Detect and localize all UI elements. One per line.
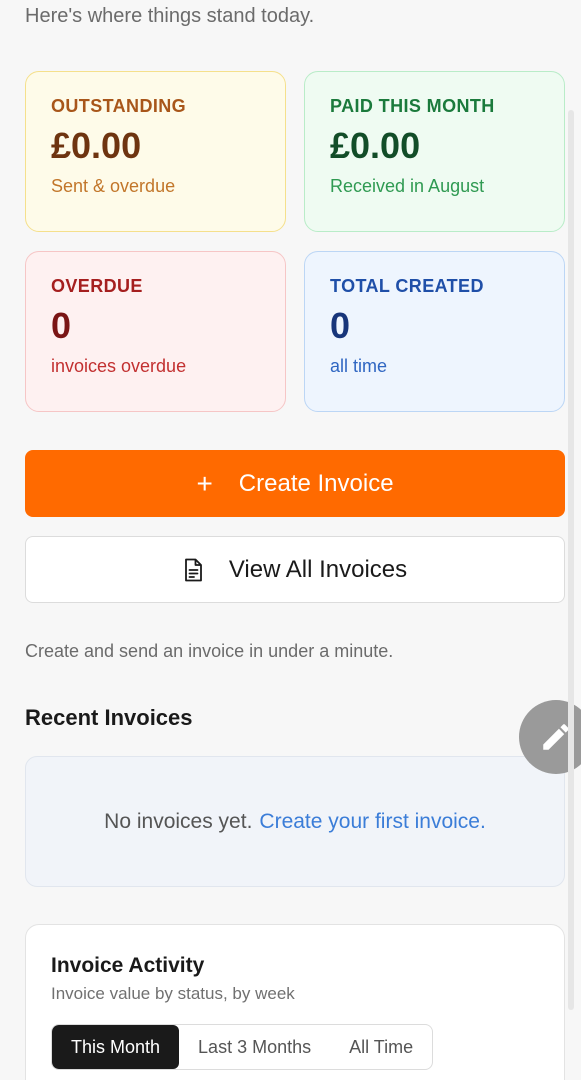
create-hint: Create and send an invoice in under a mi… — [25, 641, 394, 661]
activity-range-selector: This Month Last 3 Months All Time — [51, 1024, 434, 1070]
stat-label: OVERDUE — [51, 276, 143, 296]
stat-caption: Received in August — [330, 176, 485, 197]
invoice-activity-subtitle: Invoice value by status, by week — [51, 984, 295, 1003]
dashboard-page: Here's where things stand today. OUTSTAN… — [0, 0, 581, 1080]
tab-all-time[interactable]: All Time — [330, 1025, 432, 1069]
stat-value: £0.00 — [330, 125, 421, 166]
view-all-invoices-label: View All Invoices — [228, 555, 408, 583]
stat-value: £0.00 — [51, 125, 142, 166]
view-all-invoices-button[interactable]: View All Invoices — [25, 536, 565, 603]
stat-caption: all time — [330, 356, 388, 377]
stat-card-outstanding[interactable]: OUTSTANDING £0.00 Sent & overdue — [25, 71, 286, 232]
stat-card-paid-this-month[interactable]: PAID THIS MONTH £0.00 Received in August — [304, 71, 565, 232]
tab-this-month[interactable]: This Month — [52, 1025, 180, 1069]
stat-value: 0 — [330, 305, 351, 346]
stat-card-total-created[interactable]: TOTAL CREATED 0 all time — [304, 251, 565, 412]
stat-card-overdue[interactable]: OVERDUE 0 invoices overdue — [25, 251, 286, 412]
create-first-invoice-link[interactable]: Create your first invoice. — [259, 810, 485, 834]
recent-invoices-empty-state: No invoices yet. Create your first invoi… — [25, 756, 565, 887]
stat-label: TOTAL CREATED — [330, 276, 484, 296]
page-scrollbar[interactable] — [568, 110, 574, 1010]
create-invoice-button[interactable]: + Create Invoice — [25, 450, 565, 517]
plus-icon: + — [196, 467, 213, 499]
stat-label: PAID THIS MONTH — [330, 96, 495, 116]
document-icon — [184, 558, 202, 581]
tab-last-3-months[interactable]: Last 3 Months — [179, 1025, 330, 1069]
empty-state-text: No invoices yet. — [104, 809, 253, 833]
invoice-activity-card: Invoice Activity Invoice value by status… — [25, 924, 565, 1080]
create-invoice-label: Create Invoice — [238, 469, 394, 497]
recent-invoices-title: Recent Invoices — [25, 705, 193, 730]
stat-caption: Sent & overdue — [51, 176, 176, 197]
stat-value: 0 — [51, 305, 72, 346]
stat-caption: invoices overdue — [51, 356, 187, 377]
stat-label: OUTSTANDING — [51, 96, 187, 116]
page-subtitle: Here's where things stand today. — [25, 5, 315, 27]
invoice-activity-title: Invoice Activity — [51, 954, 205, 977]
